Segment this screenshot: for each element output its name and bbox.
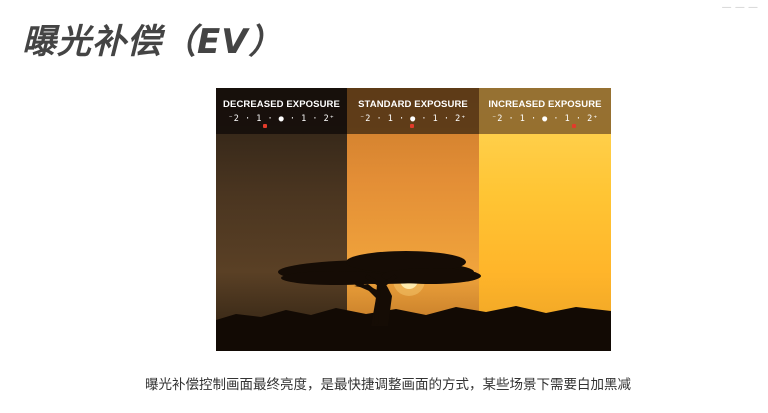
increased-exposure-marker [572, 124, 576, 128]
corner-mark: — — — [721, 2, 758, 13]
increased-exposure-scale: ⁻2 · 1 · ● · 1 · 2⁺ [491, 114, 599, 124]
increased-exposure-banner: INCREASED EXPOSURE ⁻2 · 1 · ● · 1 · 2⁺ [479, 88, 611, 134]
slide-caption: 曝光补偿控制画面最终亮度，是最快捷调整画面的方式，某些场景下需要白加黑减 [145, 377, 631, 393]
standard-exposure-banner: STANDARD EXPOSURE ⁻2 · 1 · ● · 1 · 2⁺ [347, 88, 479, 134]
standard-exposure-scale: ⁻2 · 1 · ● · 1 · 2⁺ [359, 114, 467, 124]
decreased-exposure-banner: DECREASED EXPOSURE ⁻2 · 1 · ● · 1 · 2⁺ [216, 88, 347, 134]
slide-title: 曝光补偿（EV） [22, 22, 284, 62]
increased-exposure-label: INCREASED EXPOSURE [488, 99, 602, 110]
decreased-exposure-label: DECREASED EXPOSURE [223, 99, 340, 110]
decreased-exposure-marker [263, 124, 267, 128]
exposure-comparison-photo: DECREASED EXPOSURE ⁻2 · 1 · ● · 1 · 2⁺ S… [216, 88, 611, 351]
decreased-exposure-scale: ⁻2 · 1 · ● · 1 · 2⁺ [228, 114, 335, 124]
standard-exposure-marker [410, 124, 414, 128]
standard-exposure-label: STANDARD EXPOSURE [358, 99, 468, 110]
